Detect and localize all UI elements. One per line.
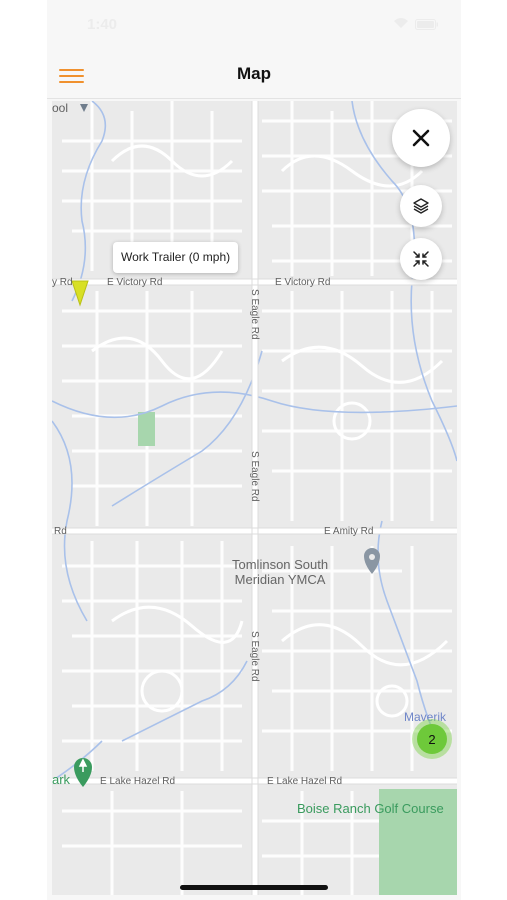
status-time: 1:40 [87,16,118,33]
park-area [138,412,155,446]
road-label-eagle-3: S Eagle Rd [249,631,260,682]
collapse-button[interactable] [400,238,442,280]
road-label-amity-edge: Rd [54,526,67,537]
road-label-eagle-2: S Eagle Rd [249,451,260,502]
poi-label-school-edge: ool [52,101,69,115]
map-view[interactable]: y Rd E Victory Rd E Victory Rd Rd E Amit… [52,101,457,895]
page-title: Map [237,64,271,83]
poi-label-golf[interactable]: Boise Ranch Golf Course [297,801,444,816]
vehicle-tooltip[interactable]: Work Trailer (0 mph) [113,242,239,273]
close-icon [412,129,430,147]
road-label-lake-hazel-east: E Lake Hazel Rd [267,776,343,787]
collapse-icon [413,251,429,267]
vehicle-marker-icon [71,280,89,307]
road-label-victory-west: E Victory Rd [107,277,163,288]
map-pin-edge [80,104,88,112]
home-indicator[interactable] [180,885,328,890]
layers-button[interactable] [400,185,442,227]
road-label-lake-hazel-west: E Lake Hazel Rd [100,776,176,787]
wifi-icon [393,16,409,34]
road-label-victory-edge: y Rd [52,277,73,288]
poi-label-ymca[interactable]: Tomlinson South Meridian YMCA [232,557,328,587]
close-button[interactable] [392,109,450,167]
cluster-marker[interactable]: 2 [412,719,452,759]
layers-icon [413,198,429,214]
road-label-eagle-1: S Eagle Rd [249,289,260,340]
road-label-amity-east: E Amity Rd [324,526,374,537]
cluster-count: 2 [417,724,447,754]
battery-icon [415,17,439,35]
road-label-victory-east: E Victory Rd [275,277,331,288]
poi-label-park-edge[interactable]: ark [52,772,70,787]
phone-screen: 1:40 Map y Rd E Victory Rd E Victory Rd … [47,0,461,900]
navigation-bar: Map [47,52,461,99]
status-bar: 1:40 [47,0,461,52]
